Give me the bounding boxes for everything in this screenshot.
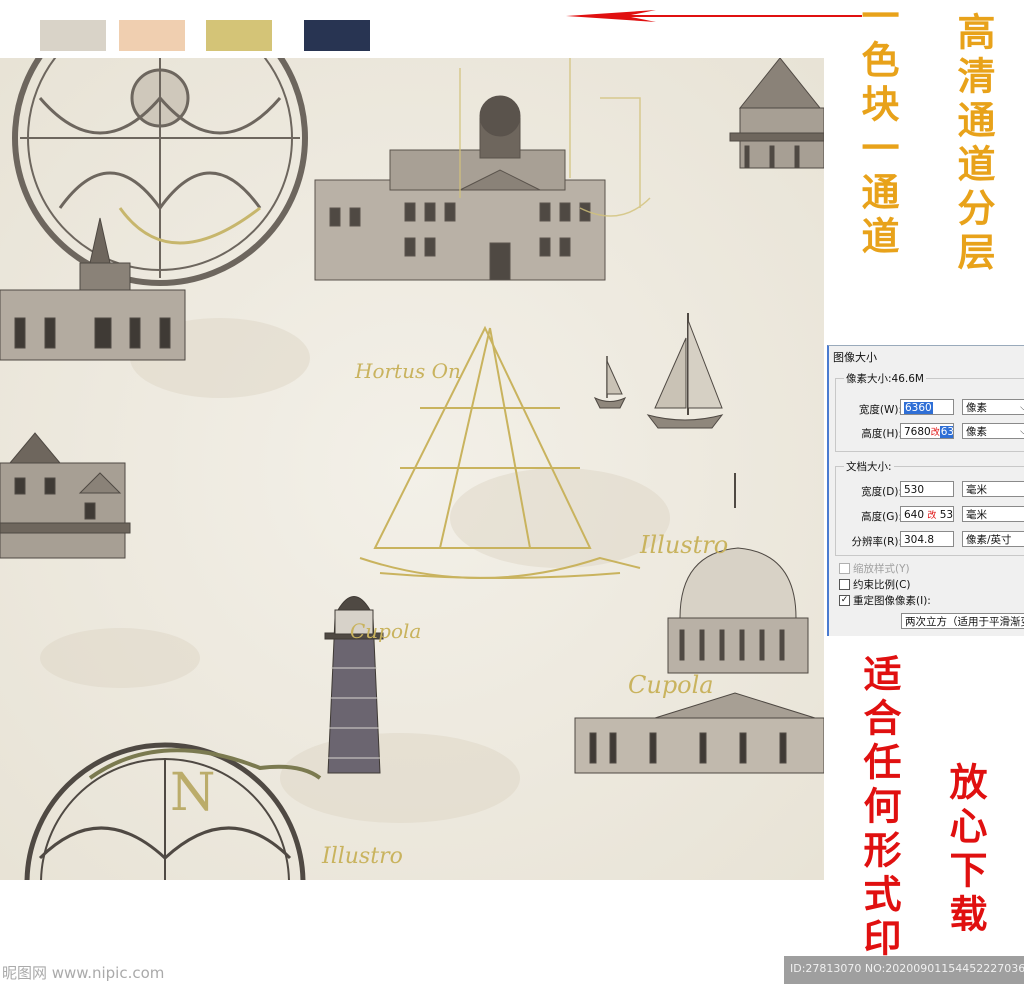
width-label: 宽度(W): <box>858 404 902 416</box>
swatch-mustard <box>206 20 272 51</box>
pattern-letter-n: N <box>170 763 216 823</box>
pattern-text-illustro-2: Illustro <box>321 844 403 869</box>
width-unit-select[interactable]: 像素 ⌵ <box>962 399 1024 415</box>
document-size-label: 文档大小: <box>844 459 894 474</box>
resolution-label: 分辨率(R): <box>851 536 902 548</box>
doc-height-unit-select[interactable]: 毫米 <box>962 506 1024 522</box>
site-watermark: 昵图网 www.nipic.com <box>2 964 165 982</box>
height-input[interactable]: 7680改6360 <box>900 423 954 439</box>
pattern-text-illustro-1: Illustro <box>639 531 728 559</box>
note-color-channel: 一色块一通道 <box>855 0 900 260</box>
note-hd-layers: 高清通道分层 <box>951 12 996 276</box>
red-arrow-icon <box>566 10 862 22</box>
width-input[interactable]: 6360 <box>900 399 954 415</box>
pattern-artwork: Hortus On Illustro Cupola Cupola Illustr… <box>0 58 824 880</box>
document-size-group: 文档大小: 宽度(D): 530 毫米 高度(G): 640 改 530 毫米 … <box>835 459 1024 556</box>
chevron-down-icon: ⌵ <box>1020 427 1024 437</box>
resample-method-select[interactable]: 两次立方（适用于平滑渐变） <box>901 613 1024 629</box>
swatch-peach <box>119 20 185 51</box>
doc-width-input[interactable]: 530 <box>900 481 954 497</box>
height-label: 高度(H): <box>861 428 902 440</box>
pixel-size-group: 像素大小:46.6M 宽度(W): 6360 像素 ⌵ 高度(H): 7680改6… <box>835 371 1024 452</box>
dialog-title: 图像大小 <box>833 351 877 364</box>
constrain-proportions-checkbox[interactable]: 约束比例(C) <box>839 577 911 592</box>
height-unit-select[interactable]: 像素 ⌵ <box>962 423 1024 439</box>
note-any-print: 适合任何形式印 <box>857 654 902 962</box>
doc-width-unit-select[interactable]: 毫米 <box>962 481 1024 497</box>
resolution-input[interactable]: 304.8 <box>900 531 954 547</box>
swatch-navy <box>304 20 370 51</box>
resolution-unit-select[interactable]: 像素/英寸 <box>962 531 1024 547</box>
doc-height-label: 高度(G): <box>861 511 902 523</box>
note-download: 放心下载 <box>943 762 988 938</box>
image-size-dialog: 图像大小 像素大小:46.6M 宽度(W): 6360 像素 ⌵ 高度(H): 7… <box>827 345 1024 636</box>
chevron-down-icon: ⌵ <box>1020 403 1024 413</box>
pattern-text-cupola-1: Cupola <box>350 619 421 643</box>
scale-styles-checkbox[interactable]: 缩放样式(Y) <box>839 561 910 576</box>
doc-width-label: 宽度(D): <box>861 486 902 498</box>
doc-height-input[interactable]: 640 改 530 <box>900 506 954 522</box>
resample-checkbox[interactable]: ✓ 重定图像像素(I): <box>839 593 931 608</box>
pattern-text-hortus: Hortus On <box>354 359 461 383</box>
pattern-text-cupola-2: Cupola <box>628 671 714 699</box>
swatch-light-gray <box>40 20 106 51</box>
image-id-text: ID:27813070 NO:20200901154452227036 <box>790 962 1024 975</box>
pixel-size-label: 像素大小:46.6M <box>844 371 926 386</box>
